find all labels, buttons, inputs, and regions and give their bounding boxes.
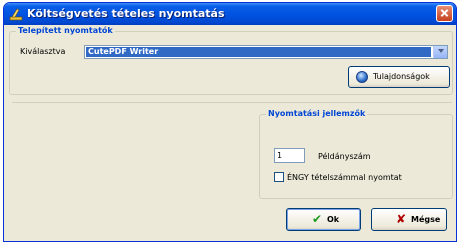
app-icon <box>9 8 23 21</box>
chevron-down-icon <box>438 49 444 53</box>
ok-button[interactable]: ✔ Ok <box>286 208 361 231</box>
printer-select[interactable]: CutePDF Writer <box>84 45 448 59</box>
selected-label: Kiválasztva <box>20 47 66 56</box>
section-divider <box>12 102 452 103</box>
properties-icon <box>356 71 368 83</box>
cancel-x-icon: ✘ <box>396 212 407 226</box>
window-title: Költségvetés tételes nyomtatás <box>27 7 225 20</box>
installed-printers-title: Telepített nyomtatók <box>16 26 115 35</box>
properties-button-label: Tulajdonságok <box>373 72 430 81</box>
engy-checkbox-label: ÉNGY tételszámmal nyomtat <box>287 173 402 182</box>
engy-checkbox[interactable] <box>274 172 284 182</box>
cancel-button[interactable]: ✘ Mégse <box>371 208 447 231</box>
dialog-window: Költségvetés tételes nyomtatás Telepítet… <box>3 2 457 242</box>
properties-button[interactable]: Tulajdonságok <box>348 66 450 88</box>
title-bar[interactable]: Költségvetés tételes nyomtatás <box>4 3 456 25</box>
close-button[interactable] <box>436 5 453 22</box>
print-settings-title: Nyomtatási jellemzők <box>266 109 368 118</box>
installed-printers-group: Telepített nyomtatók Kiválasztva CutePDF… <box>9 26 453 95</box>
copies-input[interactable]: 1 <box>274 148 305 163</box>
check-icon: ✔ <box>312 212 323 226</box>
copies-label: Példányszám <box>318 152 371 161</box>
cancel-button-label: Mégse <box>411 215 441 224</box>
printer-select-value: CutePDF Writer <box>86 47 431 57</box>
ok-button-label: Ok <box>327 215 340 224</box>
printer-select-dropdown-button[interactable] <box>433 46 447 58</box>
